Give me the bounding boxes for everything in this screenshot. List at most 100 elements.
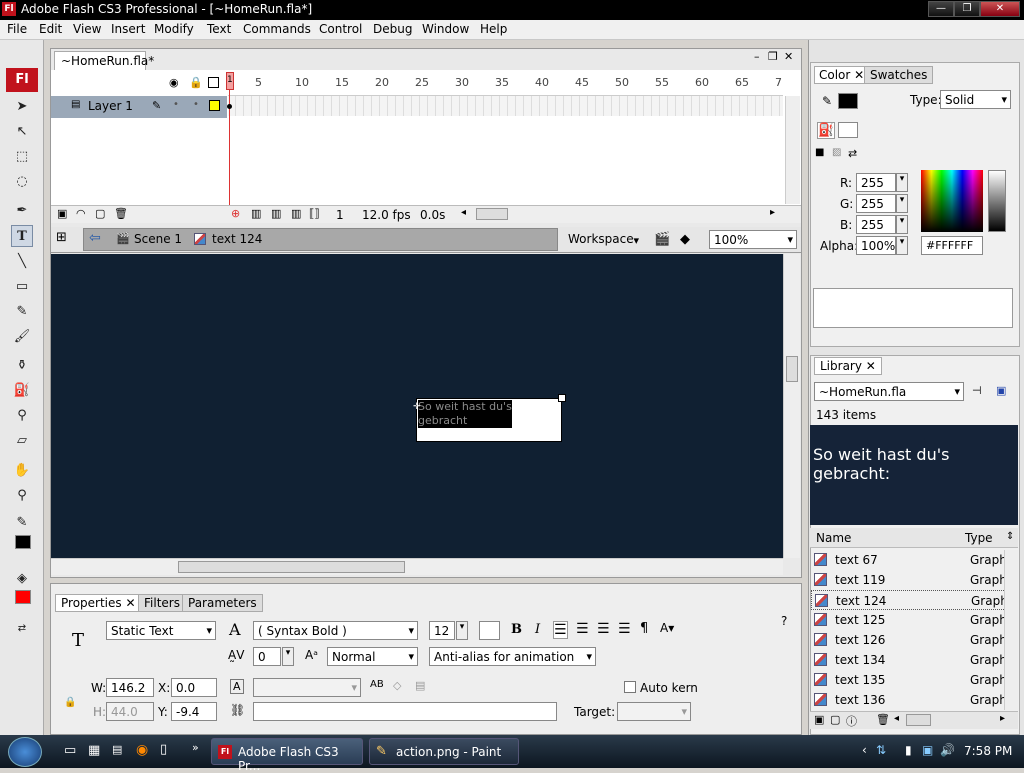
library-hscroll-thumb[interactable]: [906, 714, 931, 726]
subselection-tool-icon[interactable]: ↖: [11, 121, 33, 143]
cmd-icon[interactable]: ▤: [112, 743, 122, 756]
swap-colors-icon[interactable]: ⇄: [11, 618, 33, 640]
eraser-tool-icon[interactable]: ▱: [11, 430, 33, 452]
tab-properties[interactable]: Properties ✕: [55, 594, 142, 612]
zoom-tool-icon[interactable]: ⚲: [11, 485, 33, 507]
quicklaunch-more-icon[interactable]: »: [192, 741, 199, 754]
library-file-dropdown[interactable]: ~HomeRun.fla: [814, 382, 964, 401]
switch-windows-icon[interactable]: ▦: [88, 743, 100, 758]
menu-control[interactable]: Control: [319, 22, 362, 36]
list-item[interactable]: text 125 Graph: [811, 610, 1016, 630]
align-center-icon[interactable]: ☰: [576, 621, 589, 637]
pen-tool-icon[interactable]: ✒: [11, 200, 33, 222]
auto-kern-checkbox[interactable]: [624, 681, 636, 693]
layer-visible-dot[interactable]: •: [173, 99, 179, 110]
timeline-toggle-icon[interactable]: ⊞: [56, 230, 67, 245]
modify-markers-icon[interactable]: ⟦⟧: [309, 207, 320, 220]
list-item[interactable]: text 67 Graph: [811, 550, 1016, 570]
align-right-icon[interactable]: ☰: [597, 621, 610, 637]
width-field[interactable]: 146.2: [106, 678, 154, 697]
embed-icon[interactable]: ▤: [415, 679, 425, 692]
letter-spacing-slider-icon[interactable]: ▾: [282, 647, 294, 666]
align-left-icon[interactable]: ☰: [553, 621, 568, 639]
pencil-tool-icon[interactable]: ✎: [11, 301, 33, 323]
fill-color-swatch[interactable]: [15, 590, 31, 604]
notepad-icon[interactable]: ▯: [160, 742, 167, 757]
close-button[interactable]: ✕: [980, 1, 1020, 17]
layer-lock-dot[interactable]: •: [193, 99, 199, 110]
frame-row[interactable]: [228, 96, 783, 116]
layer-row[interactable]: ▤ Layer 1 ✎ • •: [51, 96, 227, 118]
menu-help[interactable]: Help: [480, 22, 507, 36]
fill-color-icon[interactable]: ◈: [11, 568, 33, 590]
firefox-icon[interactable]: ◉: [136, 742, 148, 758]
italic-icon[interactable]: I: [535, 622, 540, 637]
alpha-field[interactable]: 100%: [856, 236, 896, 255]
menu-commands[interactable]: Commands: [243, 22, 311, 36]
workspace-dropdown[interactable]: Workspace: [568, 232, 642, 250]
free-transform-tool-icon[interactable]: ⬚: [11, 146, 33, 168]
new-symbol-icon[interactable]: ▣: [814, 713, 824, 726]
breadcrumb-scene[interactable]: Scene 1: [134, 232, 182, 246]
insert-layer-icon[interactable]: ▣: [57, 207, 67, 220]
sort-icon[interactable]: ⇕: [1006, 531, 1014, 542]
blue-field[interactable]: 255: [856, 215, 896, 234]
minimize-button[interactable]: —: [928, 1, 954, 17]
layer-folder-icon[interactable]: ▢: [95, 207, 105, 220]
motion-guide-icon[interactable]: ◠: [76, 207, 86, 220]
doc-restore-icon[interactable]: ❐: [768, 50, 778, 63]
scroll-right-icon[interactable]: ▸: [770, 207, 775, 218]
menu-edit[interactable]: Edit: [39, 22, 62, 36]
stage-text[interactable]: So weit hast du's gebracht: [418, 400, 512, 428]
menu-file[interactable]: File: [7, 22, 27, 36]
col-type[interactable]: Type: [965, 531, 993, 545]
doc-close-icon[interactable]: ✕: [784, 50, 793, 63]
tab-library[interactable]: Library ✕: [814, 357, 882, 375]
red-field[interactable]: 255: [856, 173, 896, 192]
list-item[interactable]: text 119 Graph: [811, 570, 1016, 590]
font-size-field[interactable]: 12: [429, 621, 455, 640]
font-dropdown[interactable]: ( Syntax Bold ): [253, 621, 418, 640]
x-field[interactable]: 0.0: [171, 678, 217, 697]
selection-tool-icon[interactable]: ➤: [11, 96, 33, 118]
justify-icon[interactable]: ☰: [618, 621, 631, 637]
ink-bottle-tool-icon[interactable]: ⚱: [11, 355, 33, 377]
menu-text[interactable]: Text: [207, 22, 231, 36]
new-library-icon[interactable]: ▣: [996, 384, 1006, 397]
library-vscroll[interactable]: [1004, 550, 1018, 710]
new-folder-icon[interactable]: ▢: [830, 713, 840, 726]
tray-expand-icon[interactable]: ‹: [862, 743, 867, 757]
target-dropdown[interactable]: [617, 702, 691, 721]
orientation-icon[interactable]: A▾: [660, 621, 674, 635]
fill-bucket-icon[interactable]: ⛽: [817, 122, 836, 139]
clock[interactable]: 7:58 PM: [964, 744, 1012, 758]
maximize-button[interactable]: ❐: [954, 1, 980, 17]
center-frame-icon[interactable]: ⊕: [231, 207, 240, 220]
alpha-slider-icon[interactable]: ▾: [896, 236, 908, 255]
rectangle-tool-icon[interactable]: ▭: [11, 276, 33, 298]
green-field[interactable]: 255: [856, 194, 896, 213]
stage-vscroll-thumb[interactable]: [786, 356, 798, 382]
frame-ruler[interactable]: 5 10 15 20 25 30 35 40 45 50 55 60 65 7: [228, 72, 783, 96]
list-item[interactable]: text 134 Graph: [811, 650, 1016, 670]
properties-icon[interactable]: ⓘ: [846, 713, 857, 729]
list-item[interactable]: text 135 Graph: [811, 670, 1016, 690]
color-type-dropdown[interactable]: Solid: [940, 90, 1011, 109]
stroke-color-icon[interactable]: ✎: [11, 512, 33, 534]
document-tab[interactable]: ~HomeRun.fla*: [54, 51, 154, 71]
onion-outline-icon[interactable]: ▥: [271, 207, 281, 220]
tab-filters[interactable]: Filters: [138, 594, 186, 612]
brightness-slider[interactable]: [988, 170, 1006, 232]
hand-tool-icon[interactable]: ✋: [11, 460, 33, 482]
green-slider-icon[interactable]: ▾: [896, 194, 908, 213]
selectable-icon[interactable]: A: [230, 679, 244, 694]
tab-parameters[interactable]: Parameters: [182, 594, 263, 612]
task-flash[interactable]: Fl Adobe Flash CS3 Pr...: [211, 738, 363, 773]
edit-symbols-icon[interactable]: ◆: [680, 232, 690, 247]
eyedropper-tool-icon[interactable]: ⚲: [11, 405, 33, 427]
menu-view[interactable]: View: [73, 22, 101, 36]
color-spectrum[interactable]: [921, 170, 983, 232]
border-icon[interactable]: ◇: [393, 679, 401, 692]
variable-dropdown[interactable]: [253, 678, 361, 697]
red-slider-icon[interactable]: ▾: [896, 173, 908, 192]
